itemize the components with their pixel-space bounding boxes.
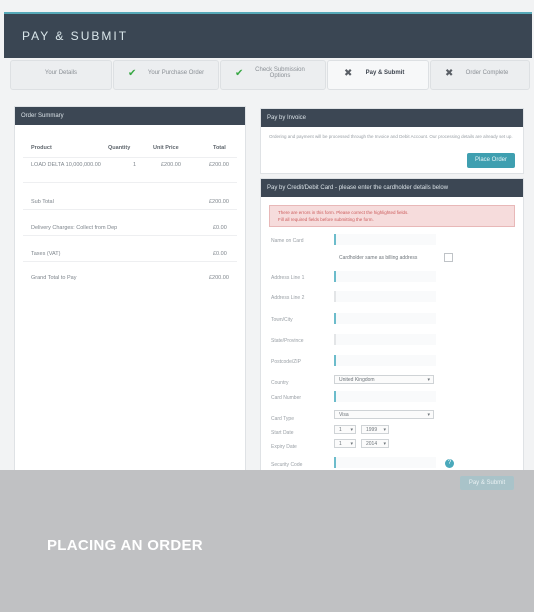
- step-pay-submit[interactable]: ✖ Pay & Submit: [327, 60, 429, 90]
- step-label: Check Submission Options: [255, 67, 305, 79]
- order-table-header: Product Quantity Unit Price Total: [23, 145, 237, 158]
- address1-label: Address Line 1: [271, 275, 305, 281]
- order-summary-panel: Order Summary Product Quantity Unit Pric…: [14, 106, 246, 472]
- use-address-checkbox[interactable]: [444, 253, 453, 262]
- col-quantity: Quantity: [108, 145, 131, 151]
- expiry-month-value: 1: [339, 441, 342, 447]
- card-type-select[interactable]: Visa ▾: [334, 410, 434, 419]
- name-on-card-input[interactable]: [334, 234, 436, 245]
- item-unit-price: £200.00: [161, 162, 181, 168]
- row-value: £200.00: [209, 275, 229, 281]
- security-code-input[interactable]: [334, 457, 436, 468]
- chevron-down-icon: ▾: [427, 412, 430, 418]
- chevron-down-icon: ▾: [427, 377, 430, 383]
- start-year-value: 1999: [366, 427, 378, 433]
- invoice-note: Ordering and payment will be processed t…: [269, 134, 513, 139]
- row-label: Grand Total to Pay: [31, 275, 77, 281]
- pay-submit-button[interactable]: Pay & Submit: [460, 476, 514, 490]
- place-order-button[interactable]: Place Order: [467, 153, 515, 168]
- item-total: £200.00: [209, 162, 229, 168]
- county-label: State/Province: [271, 338, 304, 344]
- expiry-year-value: 2014: [366, 441, 378, 447]
- country-label: Country: [271, 380, 289, 386]
- town-label: Town/City: [271, 317, 293, 323]
- col-unit-price: Unit Price: [153, 145, 179, 151]
- page-title: PAY & SUBMIT: [22, 29, 129, 43]
- step-label: Your Purchase Order: [147, 70, 205, 76]
- step-your-details[interactable]: Your Details: [10, 60, 112, 90]
- town-input[interactable]: [334, 313, 436, 324]
- step-order-complete[interactable]: ✖ Order Complete: [430, 60, 530, 90]
- address2-label: Address Line 2: [271, 295, 305, 301]
- chevron-down-icon: ▾: [383, 427, 386, 433]
- pay-card-title: Pay by Credit/Debit Card - please enter …: [261, 179, 523, 197]
- expiry-month-select[interactable]: 1 ▾: [334, 439, 356, 448]
- row-label: Delivery Charges: Collect from Dep: [31, 225, 118, 231]
- caption-text: PLACING AN ORDER: [47, 537, 203, 554]
- step-label: Pay & Submit: [365, 70, 405, 76]
- row-value: £200.00: [209, 199, 229, 205]
- col-total: Total: [213, 145, 226, 151]
- checkout-steps: Your Details ✔ Your Purchase Order ✔ Che…: [10, 60, 532, 90]
- error-alert: There are errors in this form. Please co…: [269, 205, 515, 227]
- tax-row: Taxes (VAT) £0.00: [23, 251, 237, 262]
- address2-input[interactable]: [334, 291, 436, 302]
- start-date-label: Start Date: [271, 430, 294, 436]
- help-icon[interactable]: ?: [445, 459, 454, 468]
- expiry-date-label: Expiry Date: [271, 444, 297, 450]
- item-quantity: 1: [133, 162, 137, 168]
- card-number-label: Card Number: [271, 395, 302, 401]
- chevron-down-icon: ▾: [350, 427, 353, 433]
- card-type-label: Card Type: [271, 416, 294, 422]
- county-input[interactable]: [334, 334, 436, 345]
- pay-card-panel: Pay by Credit/Debit Card - please enter …: [260, 178, 524, 500]
- country-select[interactable]: United Kingdom ▾: [334, 375, 434, 384]
- grand-total-row: Grand Total to Pay £200.00: [23, 275, 237, 285]
- caption-band: Pay & Submit PLACING AN ORDER: [0, 470, 534, 612]
- table-row: LOAD DELTA 10,000,000.00 1 £200.00 £200.…: [23, 162, 237, 183]
- postcode-label: Postcode/ZIP: [271, 359, 302, 365]
- pay-invoice-panel: Pay by Invoice Ordering and payment will…: [260, 108, 524, 174]
- chevron-down-icon: ▾: [383, 441, 386, 447]
- row-label: Taxes (VAT): [31, 251, 61, 257]
- alert-line: Fill all required fields before submitti…: [278, 217, 374, 222]
- start-year-select[interactable]: 1999 ▾: [361, 425, 389, 434]
- pay-invoice-title: Pay by Invoice: [261, 109, 523, 127]
- row-label: Sub Total: [31, 199, 54, 205]
- col-product: Product: [31, 145, 52, 151]
- card-number-input[interactable]: [334, 391, 436, 402]
- step-label: Your Details: [44, 70, 78, 76]
- subtotal-row: Sub Total £200.00: [23, 199, 237, 210]
- step-purchase-order[interactable]: ✔ Your Purchase Order: [113, 60, 219, 90]
- name-label: Name on Card: [271, 238, 304, 244]
- chevron-down-icon: ▾: [350, 441, 353, 447]
- order-summary-title: Order Summary: [15, 107, 245, 125]
- start-month-value: 1: [339, 427, 342, 433]
- country-value: United Kingdom: [339, 377, 375, 383]
- screenshot-frame: PAY & SUBMIT Your Details ✔ Your Purchas…: [0, 0, 534, 612]
- address1-input[interactable]: [334, 271, 436, 282]
- alert-line: There are errors in this form. Please co…: [278, 210, 409, 215]
- card-type-value: Visa: [339, 412, 349, 418]
- security-code-label: Security Code: [271, 462, 303, 468]
- delivery-row: Delivery Charges: Collect from Dep £0.00: [23, 225, 237, 236]
- start-month-select[interactable]: 1 ▾: [334, 425, 356, 434]
- page-header: PAY & SUBMIT: [4, 12, 532, 58]
- expiry-year-select[interactable]: 2014 ▾: [361, 439, 389, 448]
- check-icon: ✔: [235, 68, 244, 79]
- step-label: Order Complete: [465, 70, 509, 76]
- item-product: LOAD DELTA 10,000,000.00: [31, 162, 101, 168]
- postcode-input[interactable]: [334, 355, 436, 366]
- step-submission-options[interactable]: ✔ Check Submission Options: [220, 60, 326, 90]
- row-value: £0.00: [213, 225, 227, 231]
- use-address-label: Cardholder same as billing address: [339, 255, 418, 261]
- row-value: £0.00: [213, 251, 227, 257]
